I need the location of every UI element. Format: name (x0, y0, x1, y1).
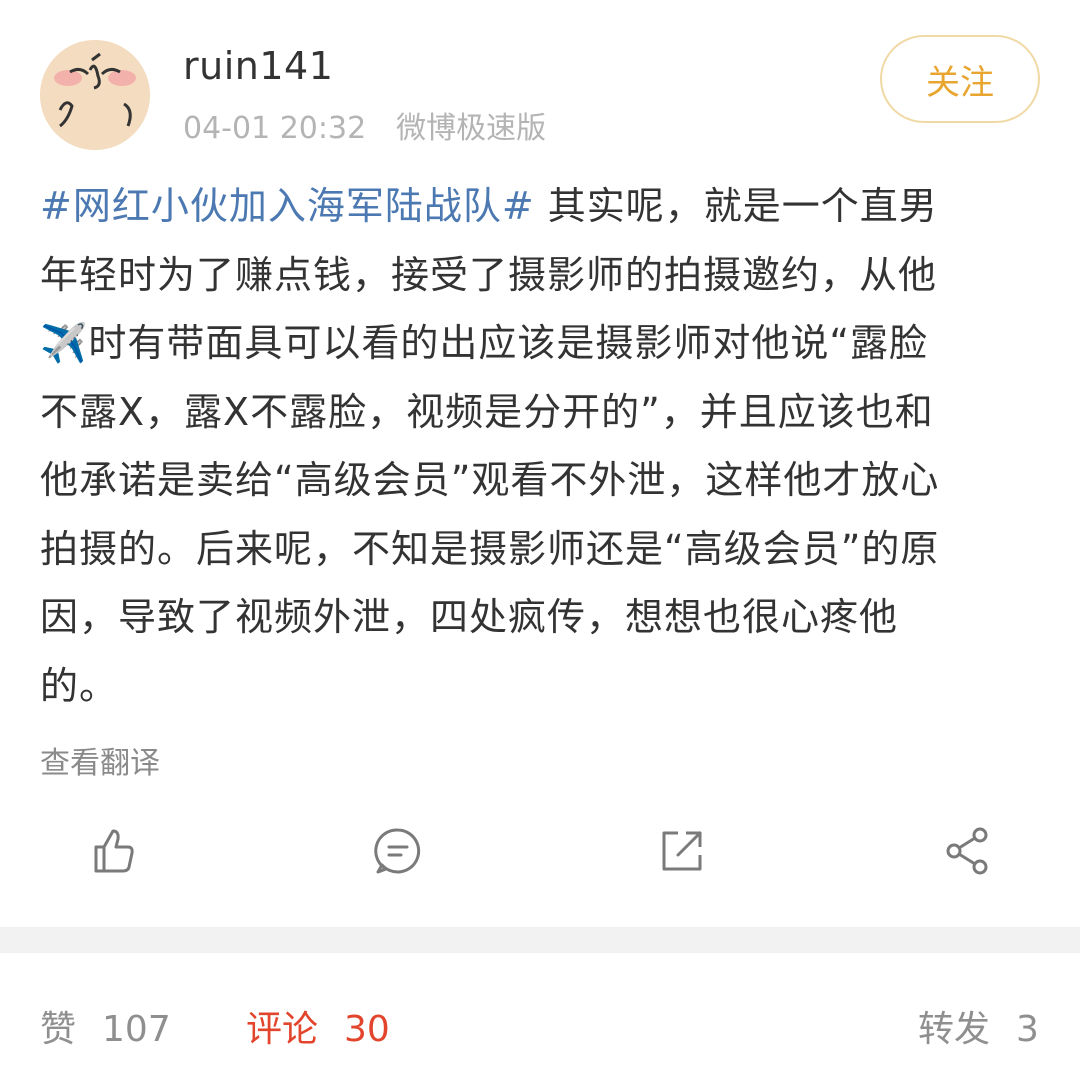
follow-button[interactable]: 关注 (880, 35, 1040, 123)
hashtag-link[interactable]: #网红小伙加入海军陆战队# (40, 184, 535, 228)
weibo-post-page: ruin141 04-01 20:32 微博极速版 关注 #网红小伙加入海军陆战队… (0, 0, 1080, 1077)
post-text-segment: 时有带面具可以看的出应该是摄影师对他说“露脸 (88, 321, 929, 365)
repost-icon[interactable] (656, 825, 708, 877)
post-line-6: 拍摄的。后来呢，不知是摄影师还是“高级会员”的原 (40, 526, 940, 571)
post-line-5: 他承诺是卖给“高级会员”观看不外泄，这样他才放心 (40, 458, 940, 502)
post-timestamp: 04-01 20:32 (183, 111, 367, 146)
reposts-label: 转发 (918, 1009, 991, 1050)
cartoon-face-avatar-icon (40, 40, 150, 150)
comments-count: 30 (344, 1009, 390, 1050)
section-divider (0, 927, 1080, 953)
post-line-7: 因，导致了视频外泄，四处疯传，想想也很心疼他 (40, 595, 899, 639)
post-line-8: 的。 (40, 663, 119, 708)
post-body: #网红小伙加入海军陆战队# 其实呢，就是一个直男 年轻时为了赚点钱，接受了摄影师… (40, 172, 1040, 720)
avatar[interactable] (40, 40, 150, 150)
likes-label: 赞 (40, 1009, 77, 1050)
reposts-tab[interactable]: 转发 3 (918, 1000, 1039, 1052)
post-line-3: ✈️时有带面具可以看的出应该是摄影师对他说“露脸 (40, 309, 1040, 378)
reposts-count: 3 (1016, 1009, 1039, 1050)
username[interactable]: ruin141 (183, 44, 333, 88)
thumbs-up-icon[interactable] (86, 825, 138, 877)
share-icon[interactable] (942, 825, 994, 877)
likes-tab[interactable]: 赞 107 (40, 1000, 171, 1052)
likes-count: 107 (102, 1009, 171, 1050)
comment-icon[interactable] (372, 825, 424, 877)
post-text-segment: 其实呢，就是一个直男 (534, 184, 938, 228)
post-line-1: #网红小伙加入海军陆战队# 其实呢，就是一个直男 (40, 172, 1040, 241)
comments-label: 评论 (246, 1009, 319, 1050)
post-source: 微博极速版 (396, 111, 547, 146)
comments-tab[interactable]: 评论 30 (246, 1000, 390, 1052)
airplane-emoji: ✈️ (40, 321, 89, 365)
post-meta: 04-01 20:32 微博极速版 (183, 103, 546, 147)
translate-link[interactable]: 查看翻译 (40, 738, 160, 782)
post-line-2: 年轻时为了赚点钱，接受了摄影师的拍摄邀约，从他 (40, 252, 938, 297)
post-line-4: 不露X，露X不露脸，视频是分开的”，并且应该也和 (40, 389, 934, 434)
